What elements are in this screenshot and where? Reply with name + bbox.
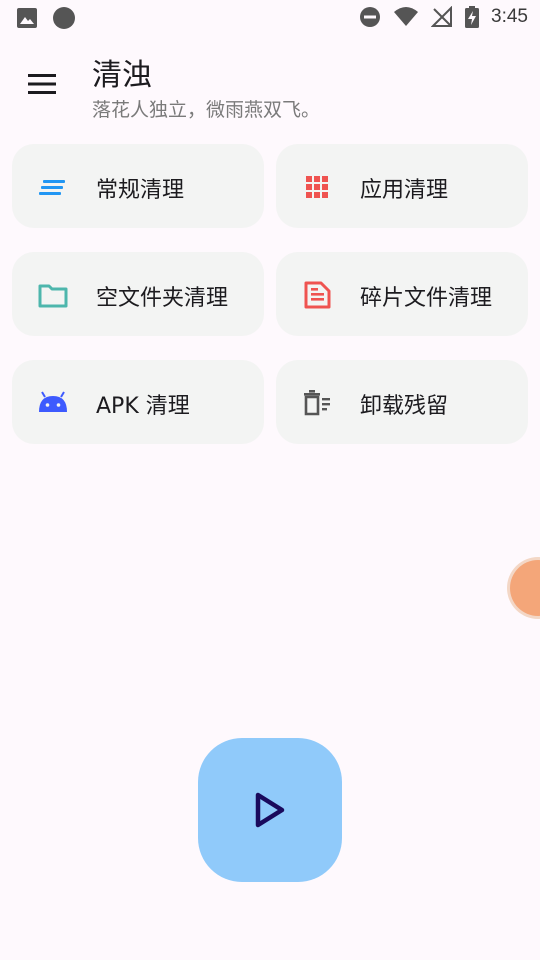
page-subtitle: 落花人独立，微雨燕双飞。 (92, 99, 321, 121)
menu-button[interactable] (26, 72, 58, 96)
battery-charging-icon (465, 6, 480, 28)
folder-icon (38, 284, 68, 308)
card-app-clean[interactable]: 应用清理 (276, 144, 528, 228)
card-label: 碎片文件清理 (360, 286, 493, 311)
trash-icon (304, 390, 330, 416)
floating-bubble[interactable] (510, 560, 540, 616)
card-uninstall-residue[interactable]: 卸载残留 (276, 360, 528, 444)
document-icon (304, 281, 331, 309)
card-label: APK 清理 (96, 394, 190, 419)
card-fragment-file-clean[interactable]: 碎片文件清理 (276, 252, 528, 336)
status-time: 3:45 (491, 6, 528, 27)
android-icon (39, 391, 67, 412)
play-icon (255, 792, 285, 828)
page-title: 清浊 (92, 58, 152, 93)
card-empty-folder-clean[interactable]: 空文件夹清理 (12, 252, 264, 336)
start-clean-button[interactable] (198, 738, 342, 882)
wifi-icon (394, 7, 419, 26)
image-icon (17, 8, 37, 28)
grid-icon (306, 176, 328, 198)
lines-icon (39, 180, 65, 195)
card-label: 应用清理 (360, 178, 449, 203)
card-label: 常规清理 (96, 178, 185, 203)
card-label: 卸载残留 (360, 394, 449, 419)
menu-icon (28, 74, 56, 94)
status-bar: 3:45 (0, 0, 540, 36)
card-apk-clean[interactable]: APK 清理 (12, 360, 264, 444)
card-label: 空文件夹清理 (96, 286, 229, 311)
no-signal-icon (431, 6, 453, 27)
card-general-clean[interactable]: 常规清理 (12, 144, 264, 228)
circle-icon (53, 7, 75, 29)
dnd-icon (360, 7, 381, 27)
